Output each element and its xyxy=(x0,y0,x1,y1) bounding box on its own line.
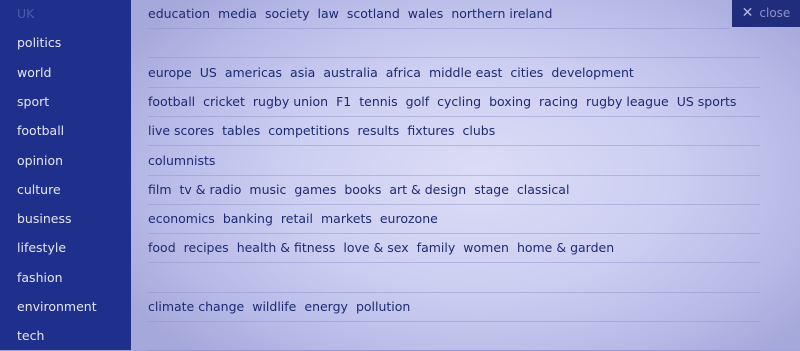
subnav-row: climate change wildlife energy pollution xyxy=(148,292,760,322)
subnav-link-competitions[interactable]: competitions xyxy=(268,117,349,144)
sidebar-item-environment[interactable]: environment xyxy=(17,292,97,321)
subnav-link-racing[interactable]: racing xyxy=(539,88,578,115)
sidebar-item-business[interactable]: business xyxy=(17,204,71,233)
subnav-link-cycling[interactable]: cycling xyxy=(437,88,481,115)
subnav-link-middle-east[interactable]: middle east xyxy=(429,59,502,86)
subnav-link-africa[interactable]: africa xyxy=(386,59,421,86)
subnav-link-tables[interactable]: tables xyxy=(222,117,260,144)
subnav-link-fixtures[interactable]: fixtures xyxy=(407,117,454,144)
subnav-link-law[interactable]: law xyxy=(317,0,338,27)
subnav-link-scotland[interactable]: scotland xyxy=(347,0,400,27)
subnav-link-columnists[interactable]: columnists xyxy=(148,147,215,174)
close-label: close xyxy=(759,6,791,20)
subnav-link-football[interactable]: football xyxy=(148,88,195,115)
subnav-link-europe[interactable]: europe xyxy=(148,59,192,86)
subnav-link-banking[interactable]: banking xyxy=(223,205,273,232)
subnav-link-australia[interactable]: australia xyxy=(323,59,377,86)
subnav-row xyxy=(148,28,760,59)
subnav-link-art-design[interactable]: art & design xyxy=(389,176,466,203)
sidebar-item-opinion[interactable]: opinion xyxy=(17,146,63,175)
subnav-link-boxing[interactable]: boxing xyxy=(489,88,531,115)
subnav-row: football cricket rugby union F1 tennis golf cy… xyxy=(148,87,760,117)
subnav-link-economics[interactable]: economics xyxy=(148,205,215,232)
subnav-link-society[interactable]: society xyxy=(265,0,310,27)
sidebar-item-culture[interactable]: culture xyxy=(17,175,61,204)
subnav-link-family[interactable]: family xyxy=(417,234,456,261)
sidebar-item-fashion[interactable]: fashion xyxy=(17,263,63,292)
subnav-link-us[interactable]: US xyxy=(200,59,217,86)
subnav-link-health-fitness[interactable]: health & fitness xyxy=(237,234,336,261)
subnav-link-clubs[interactable]: clubs xyxy=(463,117,496,144)
subnav-link-rugby-league[interactable]: rugby league xyxy=(586,88,669,115)
subnav-link-recipes[interactable]: recipes xyxy=(184,234,229,261)
sidebar-item-sport[interactable]: sport xyxy=(17,87,49,116)
subnav-link-markets[interactable]: markets xyxy=(321,205,372,232)
sidebar-nav: UK politics world sport football opinion cultu… xyxy=(0,0,131,350)
subnav-link-wales[interactable]: wales xyxy=(408,0,444,27)
subnav-link-wildlife[interactable]: wildlife xyxy=(252,293,296,320)
subnav-link-climate-change[interactable]: climate change xyxy=(148,293,244,320)
subnav-link-development[interactable]: development xyxy=(551,59,633,86)
subnav-link-media[interactable]: media xyxy=(218,0,257,27)
subnav-link-americas[interactable]: americas xyxy=(225,59,282,86)
sidebar-item-football[interactable]: football xyxy=(17,116,64,145)
subnav-link-golf[interactable]: golf xyxy=(406,88,429,115)
subnav-link-stage[interactable]: stage xyxy=(474,176,509,203)
subnav-link-classical[interactable]: classical xyxy=(517,176,570,203)
subnav-link-live-scores[interactable]: live scores xyxy=(148,117,214,144)
subnav-link-cities[interactable]: cities xyxy=(510,59,543,86)
subnav-row: europe US americas asia australia africa middl… xyxy=(148,58,760,88)
subnav-link-books[interactable]: books xyxy=(344,176,381,203)
subnav-panel: education media society law scotland wales nor… xyxy=(131,0,800,351)
sidebar-item-world[interactable]: world xyxy=(17,58,51,87)
close-icon: ✕ xyxy=(741,5,754,21)
sidebar-item-lifestyle[interactable]: lifestyle xyxy=(17,233,66,262)
subnav-row xyxy=(148,263,760,293)
subnav-link-games[interactable]: games xyxy=(294,176,336,203)
subnav-row: economics banking retail markets eurozone xyxy=(148,204,760,235)
subnav-link-retail[interactable]: retail xyxy=(281,205,313,232)
subnav-link-pollution[interactable]: pollution xyxy=(356,293,410,320)
subnav-link-tv-radio[interactable]: tv & radio xyxy=(180,176,242,203)
subnav-link-education[interactable]: education xyxy=(148,0,210,27)
sidebar-item-uk[interactable]: UK xyxy=(17,0,34,28)
subnav-link-film[interactable]: film xyxy=(148,176,172,203)
subnav-link-rugby-union[interactable]: rugby union xyxy=(253,88,328,115)
subnav-row: food recipes health & fitness love & sex fam… xyxy=(148,233,760,264)
subnav-row xyxy=(148,321,760,351)
subnav-link-love-sex[interactable]: love & sex xyxy=(343,234,408,261)
subnav-link-food[interactable]: food xyxy=(148,234,176,261)
subnav-link-results[interactable]: results xyxy=(357,117,399,144)
subnav-link-cricket[interactable]: cricket xyxy=(203,88,245,115)
subnav-link-energy[interactable]: energy xyxy=(304,293,348,320)
subnav-link-tennis[interactable]: tennis xyxy=(359,88,397,115)
subnav-row: live scores tables competitions results fixt… xyxy=(148,116,760,147)
sidebar-item-politics[interactable]: politics xyxy=(17,28,61,57)
subnav-row: film tv & radio music games books art & desig… xyxy=(148,175,760,205)
subnav-link-women[interactable]: women xyxy=(463,234,509,261)
subnav-row: columnists xyxy=(148,146,760,176)
sidebar-item-tech[interactable]: tech xyxy=(17,321,44,350)
subnav-link-us-sports[interactable]: US sports xyxy=(677,88,737,115)
subnav-row: education media society law scotland wales nor… xyxy=(148,0,730,29)
subnav-link-f1[interactable]: F1 xyxy=(336,88,351,115)
subnav-link-eurozone[interactable]: eurozone xyxy=(380,205,438,232)
subnav-link-northern-ireland[interactable]: northern ireland xyxy=(451,0,552,27)
subnav-link-home-garden[interactable]: home & garden xyxy=(517,234,614,261)
subnav-link-music[interactable]: music xyxy=(249,176,286,203)
close-button[interactable]: ✕ close xyxy=(732,0,800,27)
subnav-link-asia[interactable]: asia xyxy=(290,59,315,86)
